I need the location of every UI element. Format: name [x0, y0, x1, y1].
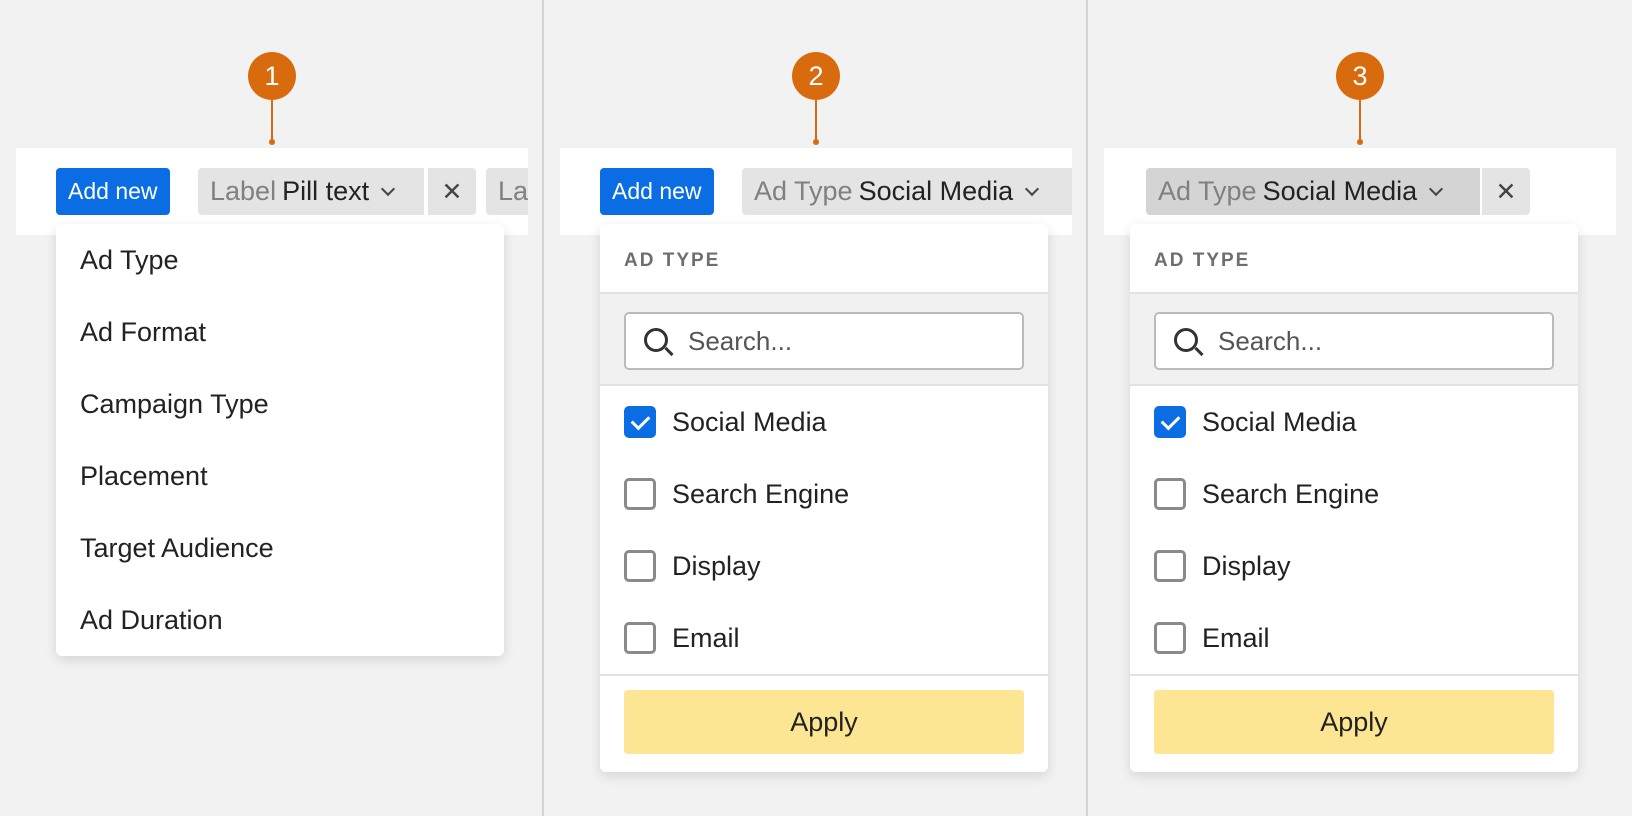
option-label: Display — [1202, 550, 1291, 581]
add-new-button[interactable]: Add new — [56, 168, 170, 215]
chevron-down-icon — [1025, 181, 1040, 196]
checkbox[interactable] — [624, 478, 656, 510]
dropdown-footer: Apply — [1130, 676, 1578, 770]
step-panel-3: 3 Ad Type Social Media ✕ AD TYPE Social … — [1088, 0, 1632, 816]
checkbox[interactable] — [1154, 550, 1186, 582]
add-filter-menu: Ad Type Ad Format Campaign Type Placemen… — [56, 224, 504, 656]
checkbox[interactable] — [624, 550, 656, 582]
menu-item[interactable]: Target Audience — [56, 512, 504, 584]
filter-pill[interactable]: Label Pill text — [198, 168, 424, 215]
option-label: Search Engine — [1202, 478, 1380, 509]
option-email[interactable]: Email — [1130, 602, 1578, 674]
dropdown-heading: AD TYPE — [1130, 224, 1578, 294]
option-social-media[interactable]: Social Media — [1130, 386, 1578, 458]
filter-toolbar: Add new Ad Type Social Media — [560, 148, 1072, 235]
option-list: Social Media Search Engine Display Email — [600, 386, 1048, 676]
pill-label: Label — [210, 176, 277, 206]
checkbox-checked[interactable] — [624, 406, 656, 438]
search-box — [624, 312, 1024, 370]
checkbox[interactable] — [1154, 478, 1186, 510]
menu-item[interactable]: Ad Format — [56, 296, 504, 368]
apply-button[interactable]: Apply — [624, 690, 1024, 754]
add-new-button[interactable]: Add new — [600, 168, 714, 215]
option-list: Social Media Search Engine Display Email — [1130, 386, 1578, 676]
option-label: Social Media — [672, 406, 827, 437]
filter-pill[interactable]: Ad Type Social Media — [742, 168, 1072, 215]
option-search-engine[interactable]: Search Engine — [1130, 458, 1578, 530]
pill-label: Ad Type — [754, 176, 853, 206]
menu-item[interactable]: Ad Duration — [56, 584, 504, 656]
close-icon: ✕ — [441, 177, 463, 206]
step-marker-2: 2 — [792, 52, 840, 100]
menu-item[interactable]: Ad Type — [56, 224, 504, 296]
option-display[interactable]: Display — [600, 530, 1048, 602]
option-label: Email — [1202, 622, 1270, 653]
search-area — [600, 294, 1048, 386]
option-label: Display — [672, 550, 761, 581]
search-icon — [1174, 328, 1198, 352]
checkbox[interactable] — [624, 622, 656, 654]
checkbox-checked[interactable] — [1154, 406, 1186, 438]
checkbox[interactable] — [1154, 622, 1186, 654]
pill-label: Ad Type — [1158, 176, 1257, 206]
pill-remove-button[interactable]: ✕ — [1482, 168, 1530, 215]
option-label: Social Media — [1202, 406, 1357, 437]
chevron-down-icon — [1429, 181, 1444, 196]
step-panel-1: 1 Add new Label Pill text ✕ Label Ad Typ… — [0, 0, 544, 816]
filter-toolbar: Ad Type Social Media ✕ — [1104, 148, 1616, 235]
menu-item[interactable]: Placement — [56, 440, 504, 512]
step-marker-1: 1 — [248, 52, 296, 100]
search-icon — [644, 328, 668, 352]
option-email[interactable]: Email — [600, 602, 1048, 674]
step-marker-line — [1357, 100, 1363, 145]
search-input[interactable] — [688, 314, 1008, 368]
chevron-down-icon — [381, 181, 396, 196]
close-icon: ✕ — [1495, 177, 1517, 206]
filter-dropdown: AD TYPE Social Media Search Engine Displ… — [600, 224, 1048, 772]
menu-item[interactable]: Campaign Type — [56, 368, 504, 440]
filter-pill-partial[interactable]: Label — [486, 168, 528, 215]
dropdown-footer: Apply — [600, 676, 1048, 770]
search-area — [1130, 294, 1578, 386]
pill-value: Pill text — [282, 176, 370, 206]
apply-button[interactable]: Apply — [1154, 690, 1554, 754]
step-marker-line — [269, 100, 275, 145]
pill-remove-button[interactable]: ✕ — [428, 168, 476, 215]
step-marker-line — [813, 100, 819, 145]
pill-value: Social Media — [858, 176, 1014, 206]
filter-dropdown: AD TYPE Social Media Search Engine Displ… — [1130, 224, 1578, 772]
option-label: Search Engine — [672, 478, 850, 509]
step-marker-3: 3 — [1336, 52, 1384, 100]
option-search-engine[interactable]: Search Engine — [600, 458, 1048, 530]
option-display[interactable]: Display — [1130, 530, 1578, 602]
search-input[interactable] — [1218, 314, 1538, 368]
pill-value: Social Media — [1262, 176, 1418, 206]
filter-toolbar: Add new Label Pill text ✕ Label — [16, 148, 528, 235]
filter-pill-active[interactable]: Ad Type Social Media — [1146, 168, 1480, 215]
option-label: Email — [672, 622, 740, 653]
option-social-media[interactable]: Social Media — [600, 386, 1048, 458]
search-box — [1154, 312, 1554, 370]
dropdown-heading: AD TYPE — [600, 224, 1048, 294]
step-panel-2: 2 Add new Ad Type Social Media AD TYPE S… — [544, 0, 1088, 816]
